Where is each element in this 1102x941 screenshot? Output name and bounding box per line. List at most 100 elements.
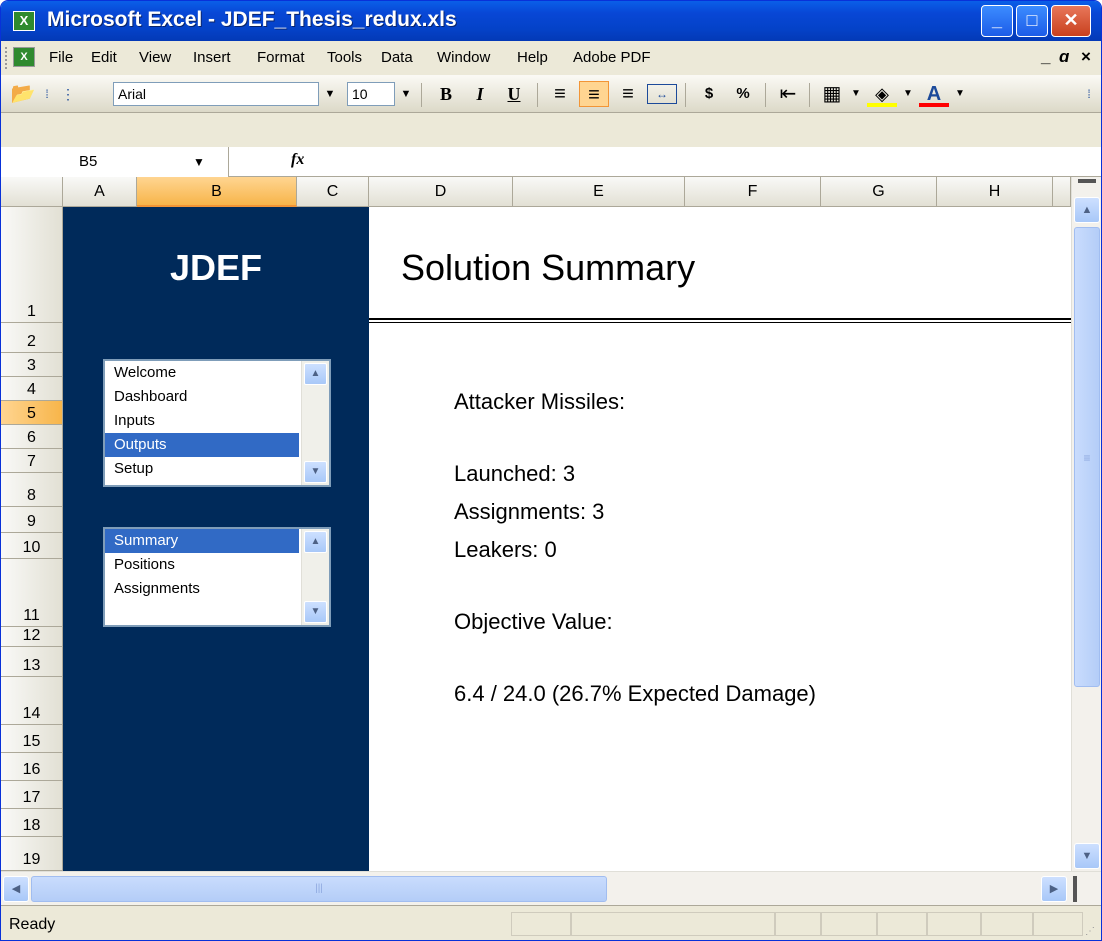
- toolbar-more-icon[interactable]: ⁞: [1083, 81, 1095, 107]
- column-header[interactable]: H: [937, 177, 1053, 207]
- row-header[interactable]: 12: [1, 627, 63, 647]
- font-size-dropdown-icon[interactable]: ▼: [397, 82, 415, 106]
- column-header[interactable]: F: [685, 177, 821, 207]
- column-header[interactable]: G: [821, 177, 937, 207]
- title-bar[interactable]: X Microsoft Excel - JDEF_Thesis_redux.xl…: [1, 1, 1101, 41]
- bold-button[interactable]: B: [431, 81, 461, 107]
- maximize-button[interactable]: □: [1016, 5, 1048, 37]
- font-color-icon[interactable]: A: [919, 81, 949, 107]
- row-header[interactable]: 3: [1, 353, 63, 377]
- borders-dropdown-icon[interactable]: ▼: [849, 81, 863, 107]
- menu-edit[interactable]: Edit: [91, 49, 117, 66]
- column-header[interactable]: D: [369, 177, 513, 207]
- close-button[interactable]: ✕: [1051, 5, 1091, 37]
- align-center-icon[interactable]: ≡: [579, 81, 609, 107]
- row-header[interactable]: 13: [1, 647, 63, 677]
- merge-center-icon[interactable]: ↔: [647, 84, 677, 104]
- borders-icon[interactable]: ▦: [817, 81, 847, 107]
- row-header[interactable]: 4: [1, 377, 63, 401]
- scroll-thumb[interactable]: ≡: [1074, 227, 1100, 687]
- row-header[interactable]: 6: [1, 425, 63, 449]
- doc-restore-icon[interactable]: ɑ: [1059, 47, 1069, 67]
- doc-minimize-icon[interactable]: _: [1041, 47, 1050, 67]
- row-header[interactable]: 11: [1, 559, 63, 627]
- name-box-dropdown-icon[interactable]: ▼: [193, 147, 205, 177]
- function-icon[interactable]: fx: [291, 151, 304, 169]
- list-item[interactable]: Welcome: [105, 361, 299, 385]
- scroll-up-icon[interactable]: ▲: [304, 363, 327, 385]
- scroll-down-icon[interactable]: ▼: [1074, 843, 1100, 869]
- listbox-scrollbar[interactable]: ▲ ▼: [301, 529, 329, 625]
- sub-nav-listbox[interactable]: Summary Positions Assignments ▲ ▼: [103, 527, 331, 627]
- row-header[interactable]: 18: [1, 809, 63, 837]
- menu-format[interactable]: Format: [257, 49, 305, 66]
- row-header[interactable]: 5: [1, 401, 63, 425]
- row-header[interactable]: 17: [1, 781, 63, 809]
- fill-color-icon[interactable]: ◈: [867, 81, 897, 107]
- scroll-thumb[interactable]: |||: [31, 876, 607, 902]
- column-header[interactable]: C: [297, 177, 369, 207]
- column-header[interactable]: B: [137, 177, 297, 207]
- doc-close-icon[interactable]: ×: [1081, 47, 1091, 67]
- list-item[interactable]: Positions: [105, 553, 299, 577]
- row-header[interactable]: 14: [1, 677, 63, 725]
- vertical-scrollbar[interactable]: ▲ ≡ ▼: [1071, 177, 1101, 871]
- font-color-dropdown-icon[interactable]: ▼: [953, 81, 967, 107]
- split-handle[interactable]: [1073, 876, 1077, 902]
- row-header[interactable]: 2: [1, 323, 63, 353]
- main-nav-listbox[interactable]: Welcome Dashboard Inputs Outputs Setup ▲…: [103, 359, 331, 487]
- column-header-partial[interactable]: [1053, 177, 1071, 207]
- menu-help[interactable]: Help: [517, 49, 548, 66]
- split-handle[interactable]: [1078, 179, 1096, 183]
- scroll-down-icon[interactable]: ▼: [304, 461, 327, 483]
- column-header[interactable]: A: [63, 177, 137, 207]
- row-header[interactable]: 10: [1, 533, 63, 559]
- column-header[interactable]: E: [513, 177, 685, 207]
- select-all-button[interactable]: [1, 177, 63, 207]
- italic-button[interactable]: I: [465, 81, 495, 107]
- open-folder-icon[interactable]: 📂: [9, 81, 37, 107]
- list-item[interactable]: Assignments: [105, 577, 299, 601]
- scroll-up-icon[interactable]: ▲: [304, 531, 327, 553]
- row-header[interactable]: 15: [1, 725, 63, 753]
- percent-button[interactable]: %: [729, 81, 757, 107]
- listbox-scrollbar[interactable]: ▲ ▼: [301, 361, 329, 485]
- align-right-icon[interactable]: ≡: [613, 81, 643, 107]
- font-name-dropdown-icon[interactable]: ▼: [321, 82, 339, 106]
- minimize-button[interactable]: _: [981, 5, 1013, 37]
- row-header[interactable]: 8: [1, 473, 63, 507]
- toolbar-options-icon[interactable]: ⁞: [41, 81, 53, 107]
- font-name-box[interactable]: Arial: [113, 82, 319, 106]
- currency-button[interactable]: $: [695, 81, 723, 107]
- workbook-icon[interactable]: X: [13, 47, 35, 67]
- fill-color-dropdown-icon[interactable]: ▼: [901, 81, 915, 107]
- menu-insert[interactable]: Insert: [193, 49, 231, 66]
- menu-view[interactable]: View: [139, 49, 171, 66]
- row-header[interactable]: 16: [1, 753, 63, 781]
- horizontal-scrollbar[interactable]: ◀ ||| ▶: [1, 871, 1101, 905]
- list-item[interactable]: Setup: [105, 457, 299, 481]
- decrease-indent-icon[interactable]: ⇤: [773, 81, 803, 107]
- row-header[interactable]: 7: [1, 449, 63, 473]
- menu-adobe-pdf[interactable]: Adobe PDF: [573, 49, 651, 66]
- menu-file[interactable]: File: [49, 49, 73, 66]
- row-header[interactable]: 1: [1, 207, 63, 323]
- menu-window[interactable]: Window: [437, 49, 490, 66]
- excel-app-icon[interactable]: X: [13, 11, 35, 31]
- row-header[interactable]: 9: [1, 507, 63, 533]
- font-size-box[interactable]: 10: [347, 82, 395, 106]
- list-item-selected[interactable]: Summary: [105, 529, 299, 553]
- row-header[interactable]: 19: [1, 837, 63, 871]
- scroll-left-icon[interactable]: ◀: [3, 876, 29, 902]
- menu-tools[interactable]: Tools: [327, 49, 362, 66]
- menu-data[interactable]: Data: [381, 49, 413, 66]
- scroll-up-icon[interactable]: ▲: [1074, 197, 1100, 223]
- underline-button[interactable]: U: [499, 81, 529, 107]
- menu-grip[interactable]: [5, 47, 9, 69]
- align-left-icon[interactable]: ≡: [545, 81, 575, 107]
- scroll-down-icon[interactable]: ▼: [304, 601, 327, 623]
- list-item[interactable]: Inputs: [105, 409, 299, 433]
- resize-grip-icon[interactable]: ⋰: [1085, 926, 1095, 937]
- scroll-right-icon[interactable]: ▶: [1041, 876, 1067, 902]
- name-box[interactable]: B5 ▼: [1, 147, 229, 177]
